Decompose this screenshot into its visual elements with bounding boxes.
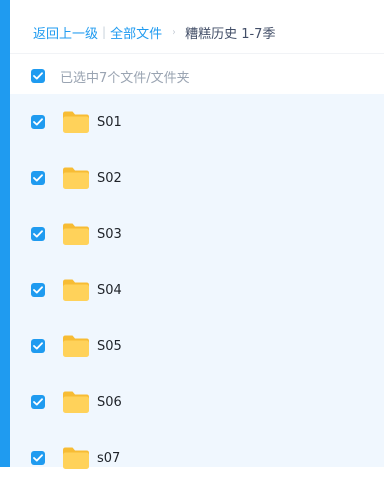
folder-icon [63,223,89,245]
file-name[interactable]: S06 [97,395,122,410]
all-files-link[interactable]: 全部文件 [110,23,162,42]
breadcrumb: 返回上一级 | 全部文件 › 糟糕历史 1-7季 [33,20,275,44]
file-name[interactable]: S01 [97,115,122,130]
folder-icon [63,447,89,469]
left-accent-bar [0,0,10,467]
file-row[interactable]: S01 [10,94,384,150]
row-checkbox[interactable] [31,339,45,353]
check-icon [33,398,43,406]
folder-icon [63,167,89,189]
row-checkbox[interactable] [31,395,45,409]
row-checkbox[interactable] [31,283,45,297]
file-name[interactable]: s07 [97,451,120,466]
current-folder-name: 糟糕历史 1-7季 [185,26,276,42]
check-icon [33,174,43,182]
selection-count: 已选中7个文件/文件夹 [60,70,190,86]
file-name[interactable]: S04 [97,283,122,298]
file-name[interactable]: S03 [97,227,122,242]
check-icon [33,230,43,238]
folder-icon [63,335,89,357]
header-divider [10,53,384,54]
folder-icon [63,279,89,301]
back-link[interactable]: 返回上一级 [33,23,98,42]
file-row[interactable]: S04 [10,262,384,318]
file-row[interactable]: s07 [10,430,384,486]
folder-icon [63,111,89,133]
check-icon [33,118,43,126]
breadcrumb-separator: | [102,25,107,39]
file-list-header: 返回上一级 | 全部文件 › 糟糕历史 1-7季 已选中7个文件/文件夹 [10,0,384,96]
folder-icon [63,391,89,413]
file-row[interactable]: S03 [10,206,384,262]
chevron-right-icon: › [172,26,176,38]
row-checkbox[interactable] [31,115,45,129]
file-row[interactable]: S05 [10,318,384,374]
file-list: S01 S02 S03 S04 S05 S06 s07 [10,94,384,469]
file-row[interactable]: S06 [10,374,384,430]
check-icon [33,342,43,350]
check-icon [33,454,43,462]
file-name[interactable]: S05 [97,339,122,354]
row-checkbox[interactable] [31,451,45,465]
file-row[interactable]: S02 [10,150,384,206]
check-icon [33,72,43,80]
select-all-row: 已选中7个文件/文件夹 [10,60,384,92]
check-icon [33,286,43,294]
row-checkbox[interactable] [31,171,45,185]
select-all-checkbox[interactable] [31,69,45,83]
row-checkbox[interactable] [31,227,45,241]
file-name[interactable]: S02 [97,171,122,186]
